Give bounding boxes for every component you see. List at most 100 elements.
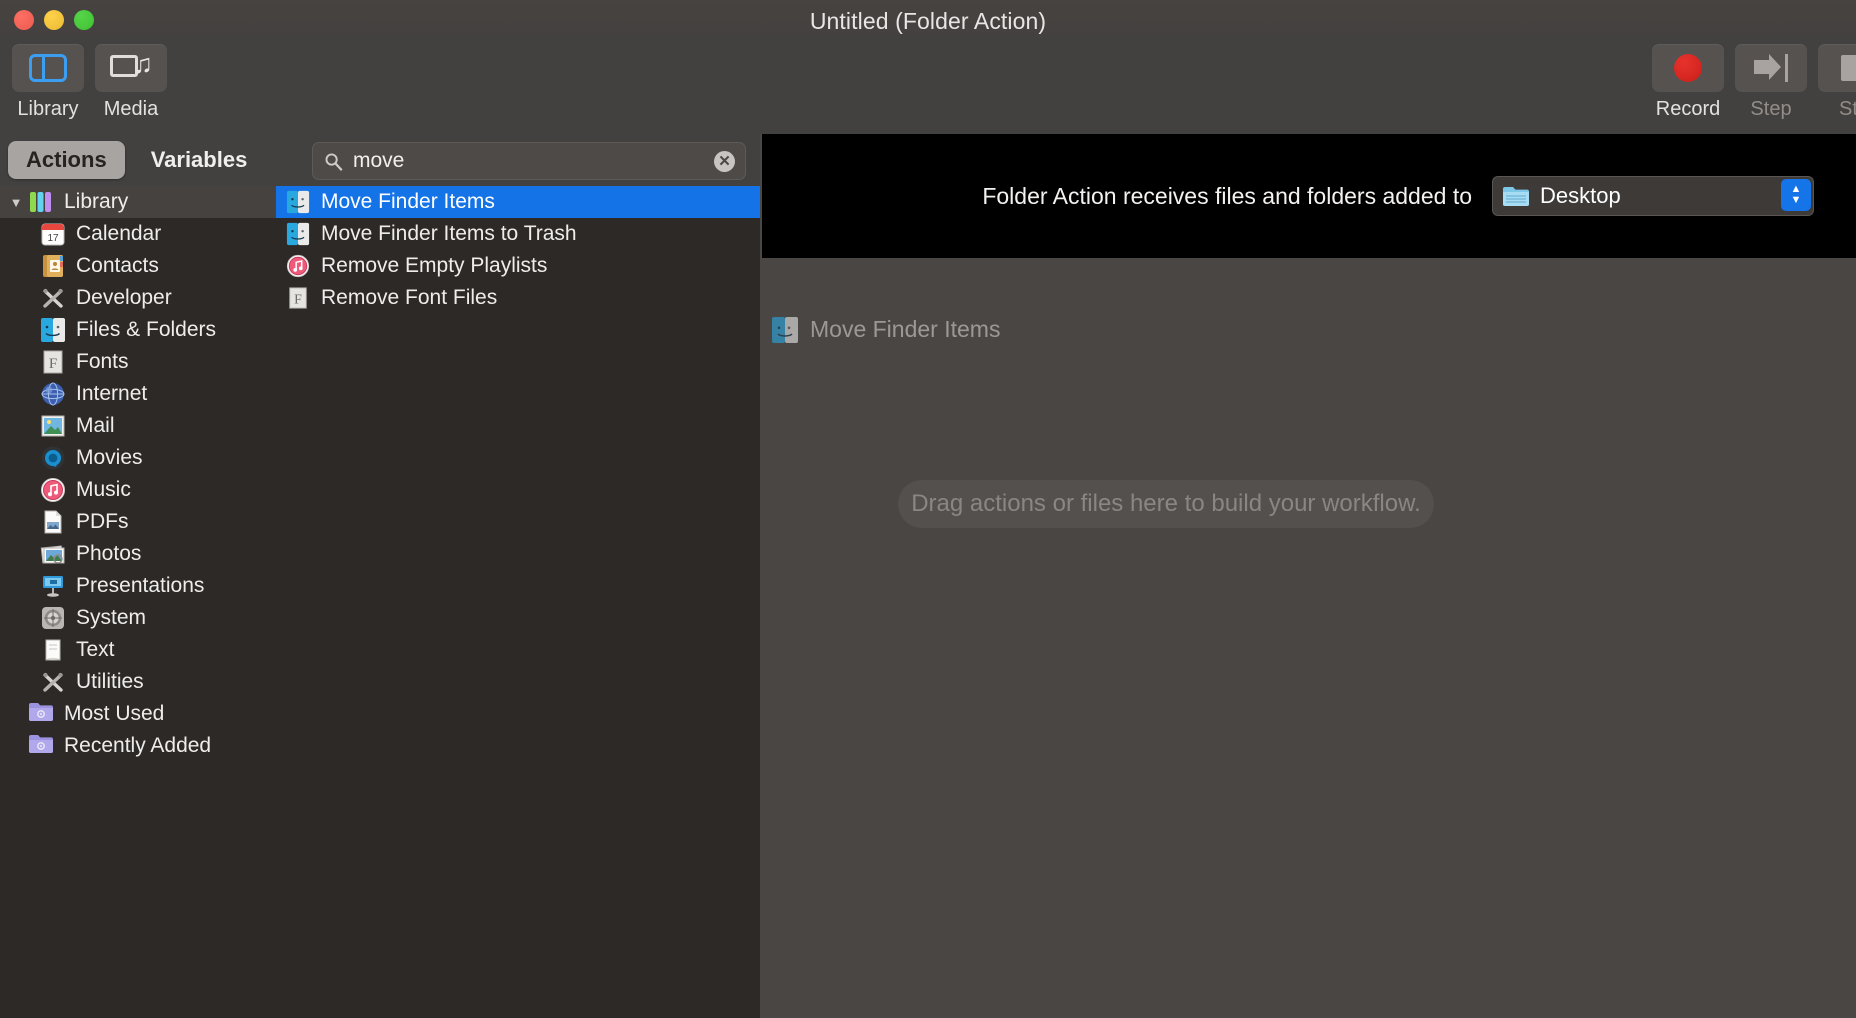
step-arrow-shape (1754, 54, 1781, 80)
action-item-label: Move Finder Items (321, 190, 495, 213)
search-field[interactable]: ✕ (312, 142, 746, 180)
tree-item-label: Presentations (76, 574, 205, 597)
tree-row-contacts[interactable]: Contacts (0, 250, 276, 282)
automator-library-icon (28, 189, 54, 215)
itunes-icon (286, 254, 310, 278)
tree-item-label: Developer (76, 286, 172, 309)
tree-item-label: Text (76, 638, 115, 661)
tree-row-calendar[interactable]: 17 Calendar (0, 218, 276, 250)
stepper-down-glyph: ▼ (1790, 194, 1802, 206)
tree-row-developer[interactable]: Developer (0, 282, 276, 314)
tab-actions[interactable]: Actions (8, 141, 125, 179)
tree-row-mail[interactable]: Mail (0, 410, 276, 442)
svg-text:F: F (49, 356, 57, 372)
tab-variables[interactable]: Variables (133, 141, 266, 179)
tree-row-text[interactable]: Text (0, 634, 276, 666)
tree-row-presentations[interactable]: Presentations (0, 570, 276, 602)
clear-search-icon[interactable]: ✕ (714, 151, 735, 172)
tree-row-movies[interactable]: Movies (0, 442, 276, 474)
record-icon (1674, 54, 1702, 82)
tree-item-label: Calendar (76, 222, 162, 245)
tree-row-most-used[interactable]: Most Used (0, 698, 276, 730)
tree-row-music[interactable]: Music (0, 474, 276, 506)
media-icon: ♫ (110, 51, 153, 83)
chevron-down-icon[interactable]: ▼ (6, 195, 26, 210)
action-list-item[interactable]: F Remove Font Files (276, 282, 760, 314)
step-bar-shape (1785, 54, 1788, 82)
tree-item-label: Most Used (64, 702, 165, 725)
finder-icon (40, 317, 66, 343)
tree-row-fonts[interactable]: F Fonts (0, 346, 276, 378)
workflow-dropzone[interactable]: Drag actions or files here to build your… (898, 480, 1434, 528)
search-input[interactable] (353, 149, 683, 173)
keynote-icon (40, 573, 66, 599)
tree-item-label: Internet (76, 382, 148, 405)
tree-item-label: Utilities (76, 670, 144, 693)
toolbar-stop-button[interactable]: Sto (1811, 44, 1856, 121)
tree-item-label: Contacts (76, 254, 159, 277)
folder-popup-button[interactable]: Desktop ▲ ▼ (1492, 176, 1814, 216)
workflow-pane: Folder Action receives files and folders… (762, 134, 1856, 1018)
automator-window: Untitled (Folder Action) Library ♫ Media… (0, 0, 1856, 1018)
action-list-item[interactable]: Move Finder Items to Trash (276, 218, 760, 250)
textedit-icon (40, 637, 66, 663)
tree-row-recently-added[interactable]: Recently Added (0, 730, 276, 762)
step-icon (1754, 54, 1788, 82)
workflow-input-header: Folder Action receives files and folders… (762, 134, 1856, 258)
toolbar-step-button[interactable]: Step (1728, 44, 1814, 121)
action-results-list: Move Finder Items Move Finder Items to Tr… (276, 186, 760, 1018)
library-pane: Actions Variables ✕ ▼ (0, 134, 760, 1018)
media-button-label: Media (103, 98, 159, 120)
stop-button-label: Sto (1838, 98, 1856, 120)
search-icon (325, 153, 343, 171)
toolbar-media-button[interactable]: ♫ Media (88, 44, 174, 121)
stop-icon (1841, 55, 1856, 81)
toolbar-record-button[interactable]: Record (1645, 44, 1731, 121)
smart-folder-icon (28, 701, 54, 727)
tree-item-label: Fonts (76, 350, 129, 373)
tree-row-internet[interactable]: Internet (0, 378, 276, 410)
action-list-item[interactable]: Remove Empty Playlists (276, 250, 760, 282)
drag-ghost-label: Move Finder Items (810, 316, 1001, 342)
tree-row-system[interactable]: System (0, 602, 276, 634)
tree-row-pdfs[interactable]: PDFs (0, 506, 276, 538)
step-button-face (1735, 44, 1807, 92)
itunes-icon (40, 477, 66, 503)
tree-row-utilities[interactable]: Utilities (0, 666, 276, 698)
pane-tab-bar: Actions Variables ✕ (0, 134, 760, 186)
svg-text:F: F (294, 292, 302, 307)
stop-button-face (1818, 44, 1856, 92)
step-button-label: Step (1750, 98, 1792, 120)
developer-icon (40, 285, 66, 311)
toolbar-library-button[interactable]: Library (5, 44, 91, 121)
developer-icon (40, 669, 66, 695)
tree-item-label: Recently Added (64, 734, 212, 757)
workflow-canvas[interactable]: Move Finder Items Drag actions or files … (762, 258, 1856, 1018)
library-tree: ▼ Library 17 Calendar Contacts Developer Fil… (0, 186, 276, 1018)
library-smart-folders: Most Used Recently Added (0, 698, 276, 762)
tree-row-photos[interactable]: Photos (0, 538, 276, 570)
popup-stepper-icon[interactable]: ▲ ▼ (1781, 179, 1811, 211)
fontbook-icon: F (286, 286, 310, 310)
globe-icon (40, 381, 66, 407)
calendar-icon: 17 (40, 221, 66, 247)
folder-icon (1502, 185, 1530, 207)
tree-label-library: Library (64, 190, 129, 213)
media-button-face: ♫ (95, 44, 167, 92)
quicktime-icon (40, 445, 66, 471)
folder-popup-value: Desktop (1540, 183, 1621, 208)
workflow-header-label: Folder Action receives files and folders… (982, 182, 1472, 209)
action-list-item[interactable]: Move Finder Items (276, 186, 760, 218)
record-button-label: Record (1655, 98, 1721, 120)
window-title: Untitled (Folder Action) (809, 8, 1047, 34)
pdf-icon (40, 509, 66, 535)
library-button-face (12, 44, 84, 92)
mail-icon (40, 413, 66, 439)
tree-row-library[interactable]: ▼ Library (0, 186, 276, 218)
action-item-label: Remove Empty Playlists (321, 254, 548, 277)
toolbar: Library ♫ Media Record Step St (0, 36, 1856, 134)
action-item-label: Move Finder Items to Trash (321, 222, 577, 245)
sidebar-icon (29, 54, 67, 82)
tree-row-files-folders[interactable]: Files & Folders (0, 314, 276, 346)
library-button-label: Library (17, 98, 79, 120)
